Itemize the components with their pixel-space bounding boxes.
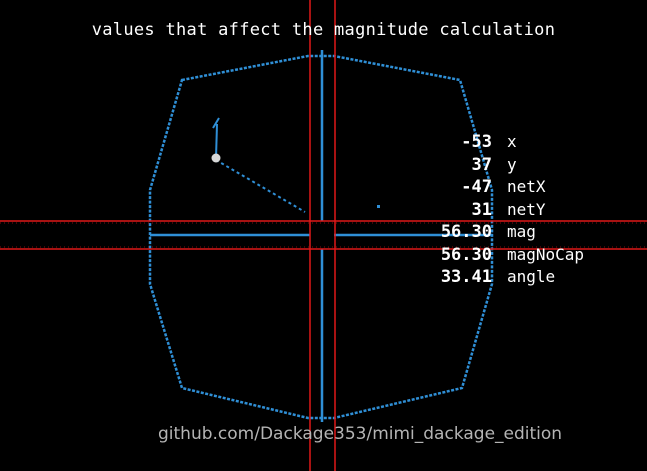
readout-label: netX bbox=[507, 177, 546, 196]
stray-dot bbox=[377, 205, 380, 208]
stick-trail bbox=[215, 159, 306, 213]
readout-row-netx: -47 netX bbox=[395, 176, 584, 199]
value-readout-panel: -53 x 37 y -47 netX 31 netY 56.30 mag 56… bbox=[395, 131, 584, 289]
readout-row-angle: 33.41 angle bbox=[395, 266, 584, 289]
readout-label: netY bbox=[507, 199, 546, 219]
input-display-screen: values that affect the magnitude calcula… bbox=[0, 0, 647, 471]
repo-url-watermark: github.com/Dackage353/mimi_dackage_editi… bbox=[158, 424, 563, 444]
readout-row-x: -53 x bbox=[395, 131, 584, 154]
readout-value: 56.30 bbox=[440, 222, 492, 242]
readout-value: -47 bbox=[461, 177, 492, 197]
readout-label: mag bbox=[507, 222, 536, 241]
page-title: values that affect the magnitude calcula… bbox=[91, 20, 556, 40]
readout-label: y bbox=[507, 154, 517, 174]
readout-value: 37 bbox=[471, 154, 492, 175]
readout-value: 31 bbox=[471, 199, 492, 220]
readout-row-mag: 56.30 mag bbox=[395, 221, 584, 244]
stick-trail-hook bbox=[212, 117, 220, 159]
stick-position-marker bbox=[211, 153, 221, 163]
readout-row-y: 37 y bbox=[395, 154, 584, 177]
readout-row-nety: 31 netY bbox=[395, 199, 584, 222]
readout-value: -53 bbox=[461, 132, 492, 152]
readout-value: 56.30 bbox=[440, 244, 492, 265]
readout-label: angle bbox=[507, 267, 556, 286]
readout-value: 33.41 bbox=[440, 267, 492, 287]
readout-label: magNoCap bbox=[507, 244, 585, 264]
deadzone-box bbox=[310, 221, 334, 249]
readout-row-magnocap: 56.30 magNoCap bbox=[395, 244, 584, 267]
readout-label: x bbox=[507, 132, 517, 151]
